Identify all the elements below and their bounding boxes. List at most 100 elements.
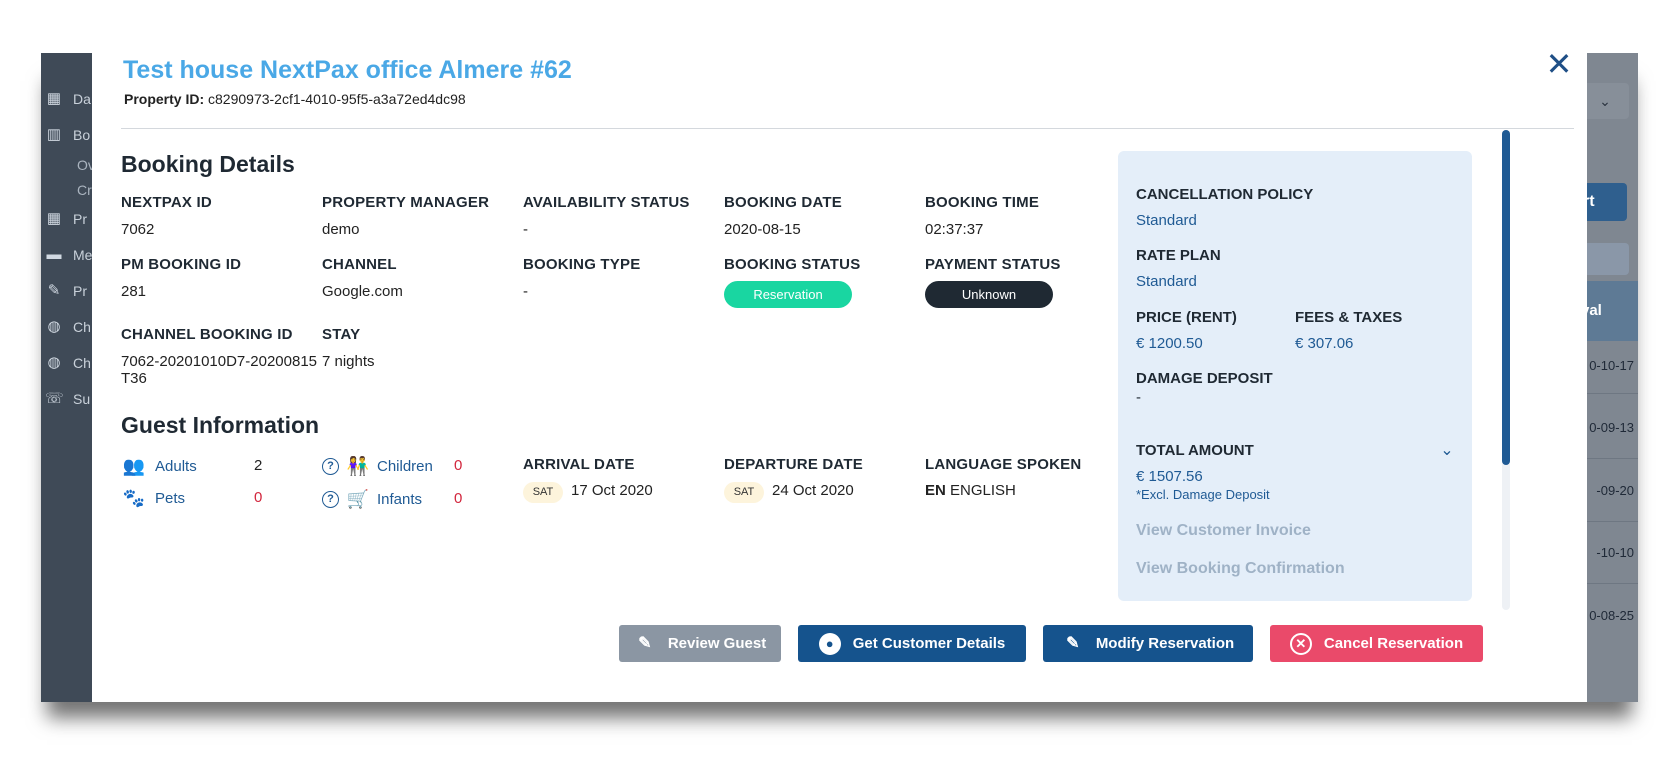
sidebar-item-label: Ch	[73, 355, 91, 371]
channel-value: Google.com	[322, 283, 403, 300]
children-icon: 👫	[346, 456, 370, 476]
departure-day-chip: SAT	[724, 482, 764, 503]
infants-row[interactable]: ? 🛒 Infants	[322, 489, 422, 509]
departure-date-value: 24 Oct 2020	[772, 482, 854, 499]
sidebar-item-messages[interactable]: ▬ Me	[45, 246, 93, 264]
status-badge: Reservation	[724, 281, 852, 308]
help-icon[interactable]: ?	[322, 490, 339, 508]
guest-information-title: Guest Information	[121, 412, 320, 438]
sidebar-item-dashboard[interactable]: ▦ Da	[45, 90, 91, 108]
availability-status-value: -	[523, 221, 528, 238]
export-button[interactable]: rt	[1581, 183, 1627, 221]
sidebar-item-channels[interactable]: ◍ Ch	[45, 318, 90, 336]
table-cell: 0-08-25	[1589, 608, 1634, 623]
sidebar-item-label: Da	[73, 91, 91, 107]
message-icon: ▬	[46, 246, 62, 263]
scrollbar-thumb[interactable]	[1502, 130, 1510, 465]
property-manager-value: demo	[322, 221, 360, 238]
adults-row[interactable]: 👥 Adults	[121, 456, 197, 476]
sidebar-item-support[interactable]: ☏ Su	[45, 390, 90, 408]
price-summary-panel: CANCELLATION POLICY Standard RATE PLAN S…	[1118, 151, 1472, 601]
property-manager-label: PROPERTY MANAGER	[322, 194, 490, 211]
language-code: EN	[925, 482, 946, 499]
arrival-day-chip: SAT	[523, 482, 563, 503]
sidebar-subitem[interactable]: Cr	[77, 182, 92, 198]
booking-date-value: 2020-08-15	[724, 221, 801, 238]
globe-icon: ◍	[47, 354, 61, 371]
sidebar-item-pm[interactable]: ✎ Pr	[45, 282, 87, 300]
stroller-icon: 🛒	[346, 489, 370, 509]
language-spoken-value: EN ENGLISH	[925, 482, 1016, 499]
sidebar-item-properties[interactable]: ▦ Pr	[45, 210, 87, 228]
children-count: 0	[454, 457, 463, 474]
modify-reservation-button[interactable]: ✎ Modify Reservation	[1043, 625, 1253, 662]
payment-status-label: PAYMENT STATUS	[925, 256, 1061, 273]
total-amount-value: € 1507.56	[1136, 468, 1203, 485]
view-customer-invoice-link[interactable]: View Customer Invoice	[1136, 522, 1311, 540]
pets-count: 0	[254, 489, 263, 506]
app-table-edge: ⌄ rt val 0-10-17 0-09-13 -09-20 -10-10 0…	[1581, 53, 1638, 702]
rate-plan-label: RATE PLAN	[1136, 247, 1221, 264]
cancel-reservation-button[interactable]: ✕ Cancel Reservation	[1270, 625, 1483, 662]
wrench-icon: ✎	[47, 282, 61, 299]
price-rent-label: PRICE (RENT)	[1136, 309, 1237, 326]
booking-details-title: Booking Details	[121, 151, 295, 177]
table-cell: 0-10-17	[1589, 358, 1634, 373]
table-header-arrival[interactable]: val	[1581, 281, 1638, 341]
damage-deposit-value: -	[1136, 389, 1141, 406]
book-icon: ▥	[46, 126, 62, 143]
channel-booking-id-label: CHANNEL BOOKING ID	[121, 326, 293, 343]
help-icon[interactable]: ?	[322, 457, 339, 475]
fees-taxes-label: FEES & TAXES	[1295, 309, 1403, 326]
user-icon: ●	[818, 632, 841, 655]
paw-icon: 🐾	[122, 488, 146, 508]
booking-time-value: 02:37:37	[925, 221, 984, 238]
table-cell: -10-10	[1596, 545, 1634, 560]
pets-row[interactable]: 🐾 Pets	[121, 488, 185, 508]
review-guest-label: Review Guest	[667, 635, 767, 652]
arrival-date-label: ARRIVAL DATE	[523, 456, 635, 473]
payment-status-badge: Unknown	[925, 281, 1053, 308]
get-customer-details-label: Get Customer Details	[852, 635, 1006, 652]
sidebar-item-label: Pr	[73, 283, 87, 299]
chevron-down-icon[interactable]: ⌄	[1438, 442, 1456, 460]
close-circle-icon: ✕	[1289, 632, 1312, 655]
cancel-reservation-label: Cancel Reservation	[1323, 635, 1464, 652]
total-amount-note: *Excl. Damage Deposit	[1136, 487, 1270, 502]
get-customer-details-button[interactable]: ● Get Customer Details	[798, 625, 1026, 662]
price-rent-value: € 1200.50	[1136, 335, 1203, 352]
language-spoken-label: LANGUAGE SPOKEN	[925, 456, 1082, 473]
modify-reservation-label: Modify Reservation	[1095, 635, 1235, 652]
language-name: ENGLISH	[950, 482, 1016, 499]
review-guest-button[interactable]: ✎ Review Guest	[619, 625, 781, 662]
total-amount-label: TOTAL AMOUNT	[1136, 442, 1254, 459]
pencil-icon: ✎	[1066, 634, 1080, 652]
damage-deposit-label: DAMAGE DEPOSIT	[1136, 370, 1273, 387]
adults-label: Adults	[155, 457, 197, 475]
arrival-date-value: 17 Oct 2020	[571, 482, 653, 499]
adults-count: 2	[254, 457, 263, 474]
children-label: Children	[377, 457, 433, 475]
booking-date-label: BOOKING DATE	[724, 194, 842, 211]
pm-booking-id-label: PM BOOKING ID	[121, 256, 242, 273]
infants-label: Infants	[377, 490, 423, 508]
children-row[interactable]: ? 👫 Children	[322, 456, 433, 476]
channel-booking-id-value: 7062-20201010D7-20200815T36	[121, 353, 318, 387]
sidebar-item-channels-2[interactable]: ◍ Ch	[45, 354, 91, 372]
nextpax-id-label: NEXTPAX ID	[121, 194, 212, 211]
cancellation-policy-value: Standard	[1136, 212, 1197, 229]
sidebar-item-bookings[interactable]: ▥ Bo	[45, 126, 90, 144]
users-icon: 👥	[122, 456, 146, 476]
sidebar-item-label: Bo	[73, 127, 91, 143]
app-sidebar: ▦ Da ▥ Bo Ov Cr ▦ Pr ▬ Me ✎ Pr ◍ Ch ◍ Ch ☏ Su	[41, 53, 95, 702]
close-icon[interactable]: ✕	[1544, 48, 1574, 80]
booking-modal: Test house NextPax office Almere #62 Pro…	[92, 38, 1587, 702]
chevron-down-icon[interactable]: ⌄	[1581, 83, 1629, 119]
review-icon: ✎	[638, 634, 652, 652]
sidebar-item-label: Su	[73, 391, 91, 407]
pets-label: Pets	[155, 489, 186, 507]
stay-label: STAY	[322, 326, 361, 343]
phone-icon: ☏	[45, 390, 64, 407]
view-booking-confirmation-link[interactable]: View Booking Confirmation	[1136, 560, 1345, 578]
nextpax-id-value: 7062	[121, 221, 155, 238]
